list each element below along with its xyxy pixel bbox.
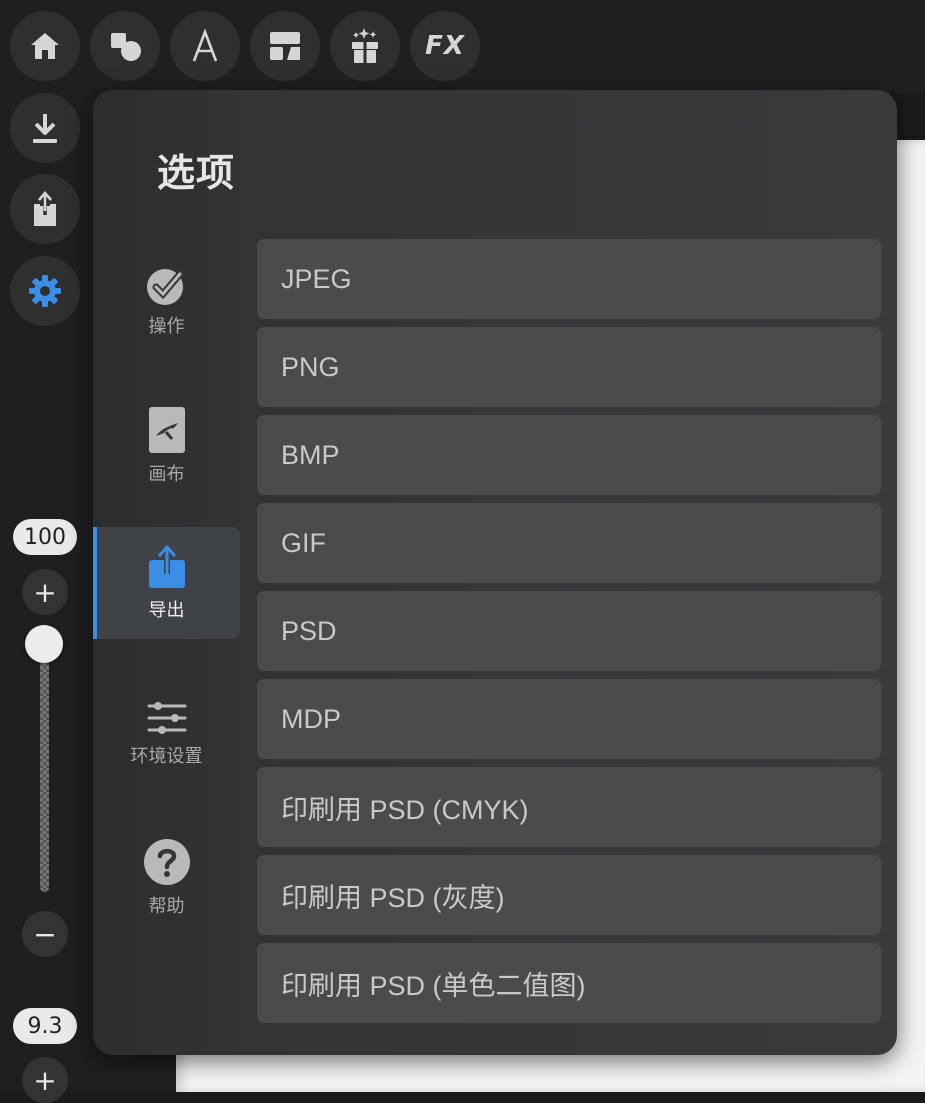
nav-item-preferences[interactable]: 环境设置	[93, 678, 240, 790]
settings-button[interactable]	[10, 256, 80, 326]
nav-label-canvas: 画布	[148, 464, 185, 485]
format-option-psd-grayscale[interactable]: 印刷用 PSD (灰度)	[257, 855, 881, 935]
panel-layout-icon	[270, 32, 300, 60]
nav-label-help: 帮助	[148, 896, 185, 917]
brush-size-slider-knob[interactable]	[25, 625, 63, 663]
share-icon	[34, 191, 56, 226]
nav-label-export: 导出	[148, 600, 185, 621]
check-badge-icon	[146, 269, 183, 305]
shapes-icon	[111, 33, 141, 61]
help-icon	[143, 839, 190, 885]
dialog-title: 选项	[157, 151, 236, 195]
format-option-mdp[interactable]: MDP	[257, 679, 881, 759]
nav-item-help[interactable]: 帮助	[93, 822, 240, 934]
format-option-bmp[interactable]: BMP	[257, 415, 881, 495]
brush-size-value[interactable]: 100	[13, 519, 77, 555]
home-icon	[31, 33, 59, 59]
text-a-icon	[192, 29, 218, 62]
format-option-psd-cmyk[interactable]: 印刷用 PSD (CMYK)	[257, 767, 881, 847]
format-option-png[interactable]: PNG	[257, 327, 881, 407]
format-option-psd-monochrome[interactable]: 印刷用 PSD (单色二值图)	[257, 943, 881, 1023]
canvas-icon	[148, 407, 185, 453]
brush-opacity-value[interactable]: 9.3	[13, 1008, 77, 1044]
fx-button[interactable]: FX	[410, 11, 480, 81]
brush-opacity-increase-button[interactable]: +	[22, 1057, 68, 1103]
nav-item-export[interactable]: 导出	[93, 527, 240, 639]
materials-button[interactable]	[330, 11, 400, 81]
brush-size-increase-button[interactable]: +	[22, 569, 68, 615]
nav-label-operations: 操作	[148, 316, 185, 337]
nav-label-preferences: 环境设置	[130, 746, 203, 767]
gift-sparkle-icon	[352, 28, 378, 63]
brush-size-decrease-button[interactable]: −	[22, 911, 68, 957]
format-option-psd[interactable]: PSD	[257, 591, 881, 671]
brush-size-slider-track[interactable]	[40, 645, 49, 892]
export-format-list: JPEG PNG BMP GIF PSD MDP 印刷用 PSD (CMYK) …	[257, 239, 881, 1031]
format-option-gif[interactable]: GIF	[257, 503, 881, 583]
export-share-icon	[148, 544, 185, 588]
import-button[interactable]	[10, 93, 80, 163]
nav-item-operations[interactable]: 操作	[93, 246, 240, 358]
sliders-icon	[147, 702, 186, 734]
export-button[interactable]	[10, 174, 80, 244]
layout-button[interactable]	[250, 11, 320, 81]
download-icon	[33, 114, 57, 143]
shapes-button[interactable]	[90, 11, 160, 81]
home-button[interactable]	[10, 11, 80, 81]
format-option-jpeg[interactable]: JPEG	[257, 239, 881, 319]
options-dialog: 选项 操作 画布 导出 环境设置 帮助 JPEG PNG BMP GIF PSD…	[93, 90, 897, 1055]
text-button[interactable]	[170, 11, 240, 81]
nav-item-canvas[interactable]: 画布	[93, 390, 240, 502]
gear-icon	[29, 275, 61, 307]
fx-label: FX	[425, 31, 465, 61]
